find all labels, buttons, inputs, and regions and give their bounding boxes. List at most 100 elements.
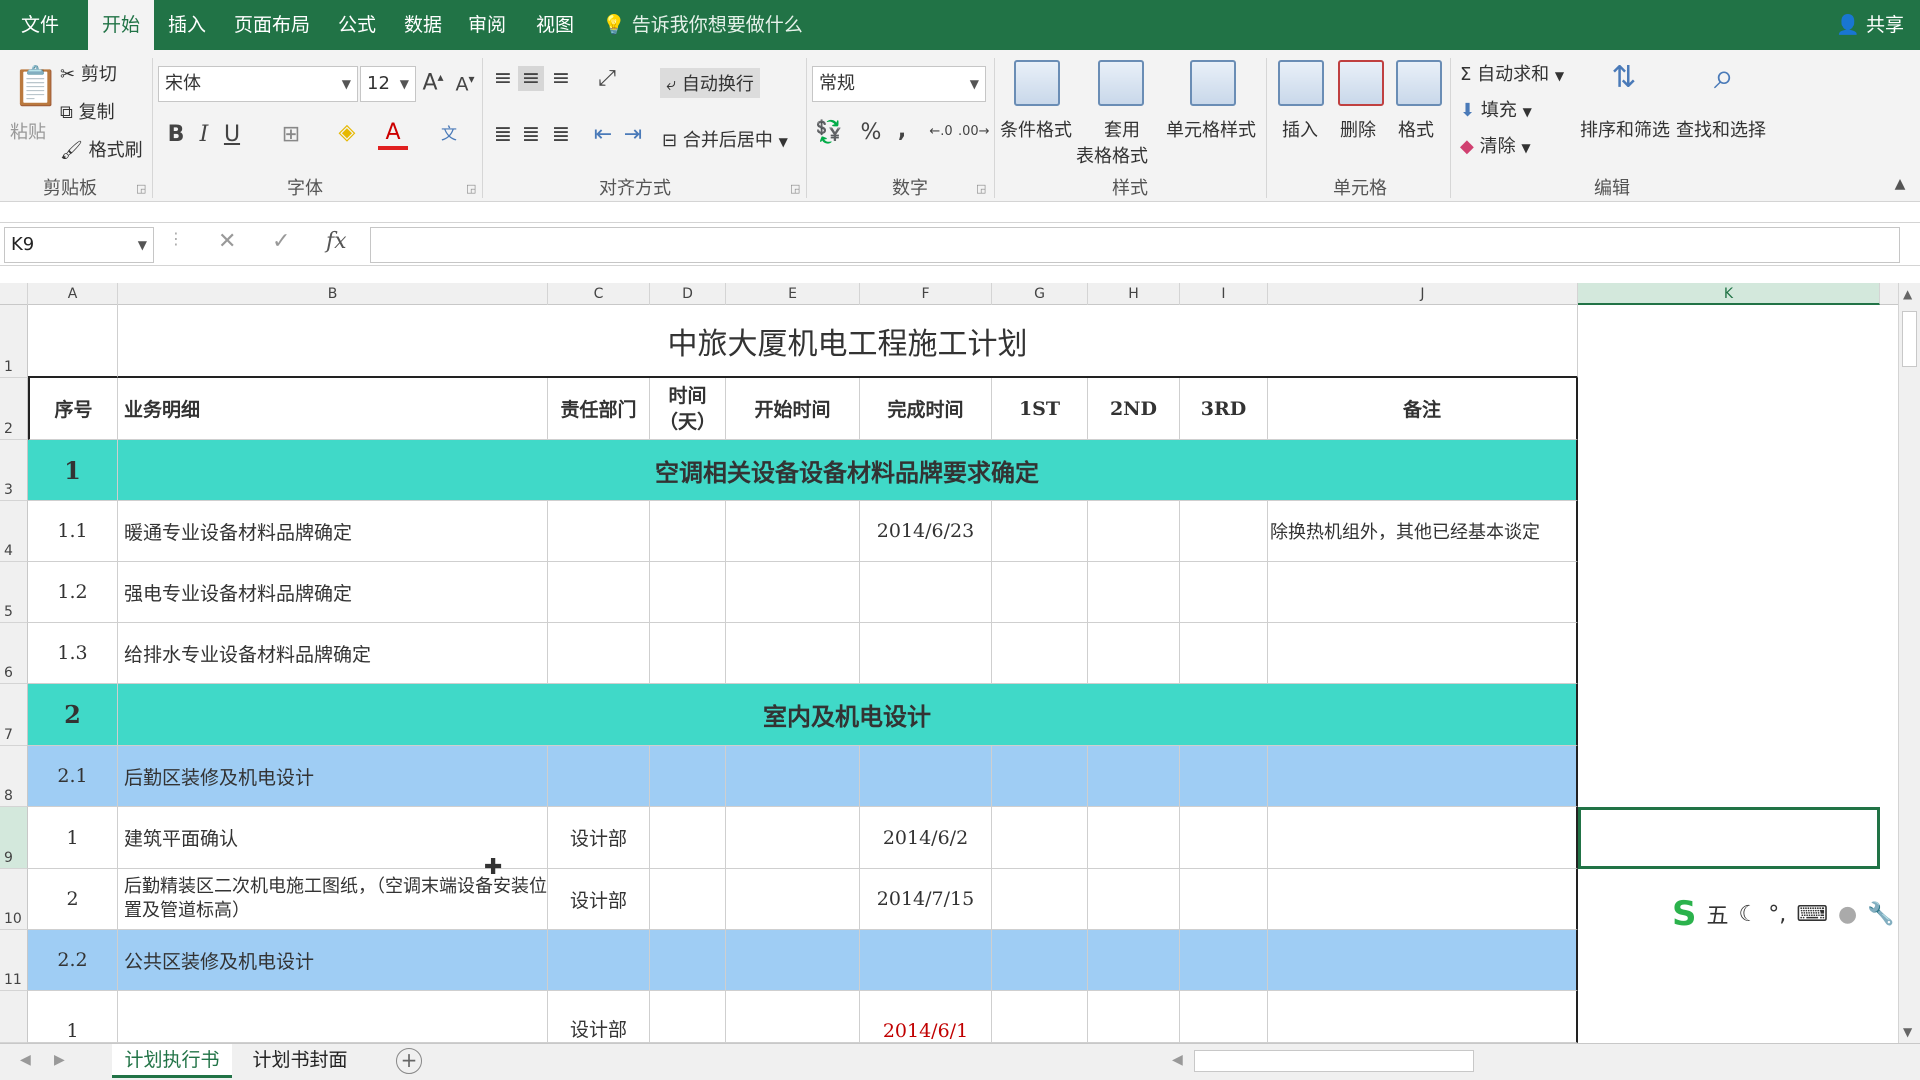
r10-1st[interactable] <box>992 869 1088 930</box>
user-icon[interactable]: ● <box>1838 902 1857 927</box>
insert-cells-icon[interactable] <box>1278 60 1324 106</box>
r10-2nd[interactable] <box>1088 869 1180 930</box>
header-start[interactable]: 开始时间 <box>726 378 860 440</box>
r6-dept[interactable] <box>548 623 650 684</box>
r10-3rd[interactable] <box>1180 869 1268 930</box>
r8-3rd[interactable] <box>1180 746 1268 807</box>
font-name-select[interactable]: 宋体 ▼ <box>158 66 358 102</box>
r10-days[interactable] <box>650 869 726 930</box>
format-cells-button[interactable]: 格式 <box>1398 116 1434 142</box>
r11-2nd[interactable] <box>1088 930 1180 991</box>
find-select-button[interactable]: 查找和选择 <box>1676 116 1766 142</box>
r12-note[interactable] <box>1268 991 1578 1043</box>
r4-days[interactable] <box>650 501 726 562</box>
r4-finish[interactable]: 2014/6/23 <box>860 501 992 562</box>
r12-finish[interactable]: 2014/6/1 <box>860 991 992 1043</box>
tab-formulas[interactable]: 公式 <box>332 0 382 50</box>
comma-button[interactable]: , <box>892 118 912 143</box>
r10-dept[interactable]: 设计部 <box>548 869 650 930</box>
insert-function-button[interactable]: fx <box>326 229 347 254</box>
column-header-h[interactable]: H <box>1088 283 1180 305</box>
copy-button[interactable]: ⧉ 复制 <box>60 98 115 124</box>
delete-cells-icon[interactable] <box>1338 60 1384 106</box>
section-1-name[interactable]: 空调相关设备设备材料品牌要求确定 <box>118 440 1578 501</box>
r4-detail[interactable]: 暖通专业设备材料品牌确定 <box>118 501 548 562</box>
select-all-corner[interactable] <box>0 283 28 305</box>
autosum-button[interactable]: Σ 自动求和 ▼ <box>1460 60 1564 86</box>
r4-no[interactable]: 1.1 <box>28 501 118 562</box>
tell-me-box[interactable]: 💡 告诉我你想要做什么 <box>602 0 803 50</box>
sheet-tab-plan[interactable]: 计划执行书 <box>112 1044 232 1078</box>
r5-1st[interactable] <box>992 562 1088 623</box>
menu-file[interactable]: 文件 <box>0 0 80 50</box>
align-top-icon[interactable]: ≡ <box>490 66 516 91</box>
add-sheet-icon[interactable]: + <box>396 1048 422 1074</box>
cell-a1[interactable] <box>28 305 118 378</box>
align-center-icon[interactable]: ≣ <box>518 122 544 147</box>
punctuation-icon[interactable]: °, <box>1768 902 1786 927</box>
column-header-j[interactable]: J <box>1268 283 1578 305</box>
r11-finish[interactable] <box>860 930 992 991</box>
r9-days[interactable] <box>650 807 726 869</box>
wrap-text-button[interactable]: ⤶ 自动换行 <box>660 68 760 98</box>
r6-detail[interactable]: 给排水专业设备材料品牌确定 <box>118 623 548 684</box>
increase-decimal-icon[interactable]: ←.0 <box>926 124 956 139</box>
r11-note[interactable] <box>1268 930 1578 991</box>
horizontal-scroll-thumb[interactable] <box>1194 1050 1474 1072</box>
sheet-title[interactable]: 中旅大厦机电工程施工计划 <box>118 305 1578 378</box>
orientation-icon[interactable]: ⤢ <box>592 66 622 91</box>
r5-finish[interactable] <box>860 562 992 623</box>
r12-no[interactable]: 1 <box>28 991 118 1043</box>
clear-button[interactable]: ◆ 清除 ▼ <box>1460 132 1531 158</box>
r11-1st[interactable] <box>992 930 1088 991</box>
r9-dept[interactable]: 设计部 <box>548 807 650 869</box>
increase-font-icon[interactable]: A▴ <box>420 70 446 95</box>
phonetic-icon[interactable]: 文 <box>434 120 464 144</box>
align-right-icon[interactable]: ≣ <box>548 122 574 147</box>
r8-finish[interactable] <box>860 746 992 807</box>
tab-review[interactable]: 审阅 <box>462 0 512 50</box>
merge-center-button[interactable]: ⊟ 合并后居中 ▼ <box>662 126 788 152</box>
r11-detail[interactable]: 公共区装修及机电设计 <box>118 930 548 991</box>
header-no[interactable]: 序号 <box>28 378 118 440</box>
fill-color-icon[interactable]: ◈ <box>332 120 362 145</box>
format-painter-button[interactable]: 🖌 格式刷 <box>60 136 143 162</box>
r8-note[interactable] <box>1268 746 1578 807</box>
r4-note[interactable]: 除换热机组外，其他已经基本谈定 <box>1268 501 1578 562</box>
tab-home[interactable]: 开始 <box>88 0 154 50</box>
column-header-g[interactable]: G <box>992 283 1088 305</box>
borders-icon[interactable]: ⊞ <box>276 122 306 147</box>
r8-start[interactable] <box>726 746 860 807</box>
r12-1st[interactable] <box>992 991 1088 1043</box>
header-detail[interactable]: 业务明细 <box>118 378 548 440</box>
row-header-3[interactable]: 3 <box>0 440 28 501</box>
column-header-a[interactable]: A <box>28 283 118 305</box>
insert-cells-button[interactable]: 插入 <box>1282 116 1318 142</box>
font-color-icon[interactable]: A <box>378 120 408 150</box>
paste-label[interactable]: 粘贴 <box>10 118 46 144</box>
confirm-icon[interactable]: ✓ <box>272 229 290 254</box>
r5-start[interactable] <box>726 562 860 623</box>
tab-page-layout[interactable]: 页面布局 <box>228 0 316 50</box>
r5-2nd[interactable] <box>1088 562 1180 623</box>
r6-finish[interactable] <box>860 623 992 684</box>
column-header-e[interactable]: E <box>726 283 860 305</box>
r10-note[interactable] <box>1268 869 1578 930</box>
tab-data[interactable]: 数据 <box>398 0 448 50</box>
moon-icon[interactable]: ☾ <box>1739 902 1759 927</box>
r4-2nd[interactable] <box>1088 501 1180 562</box>
sheet-tab-cover[interactable]: 计划书封面 <box>240 1044 360 1078</box>
tab-view[interactable]: 视图 <box>530 0 580 50</box>
hscroll-left-icon[interactable]: ◀ <box>1172 1052 1183 1068</box>
header-note[interactable]: 备注 <box>1268 378 1578 440</box>
r6-start[interactable] <box>726 623 860 684</box>
column-header-c[interactable]: C <box>548 283 650 305</box>
formula-input[interactable] <box>370 227 1900 263</box>
r6-3rd[interactable] <box>1180 623 1268 684</box>
row-header-8[interactable]: 8 <box>0 746 28 807</box>
r9-note[interactable] <box>1268 807 1578 869</box>
increase-indent-icon[interactable]: ⇥ <box>620 122 646 147</box>
italic-button[interactable]: I <box>192 122 216 147</box>
font-launcher-icon[interactable]: ◲ <box>466 182 476 195</box>
r8-2nd[interactable] <box>1088 746 1180 807</box>
